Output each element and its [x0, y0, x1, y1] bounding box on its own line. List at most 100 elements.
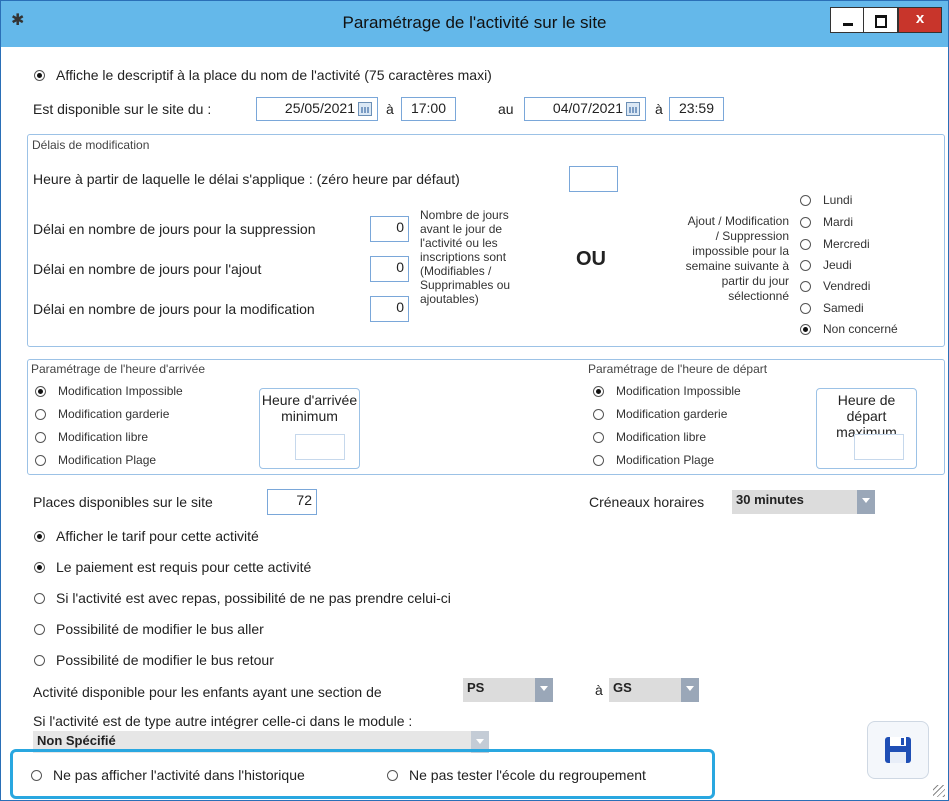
arrivee-option-label: Modification Impossible [58, 384, 183, 398]
day-radio-vendredi[interactable] [800, 281, 811, 292]
modification-field[interactable]: 0 [370, 296, 409, 322]
arrivee-option-label: Modification garderie [58, 407, 170, 421]
arrivee-radio-1[interactable] [35, 409, 46, 420]
section-from-value: PS [467, 680, 485, 695]
ajout-field[interactable]: 0 [370, 256, 409, 282]
right-note-line: partir du jour [721, 274, 789, 288]
arrivee-radio-0[interactable] [35, 386, 46, 397]
right-note-line: impossible pour la [692, 244, 789, 258]
title-bar[interactable]: ✱ Paramétrage de l'activité sur le site … [1, 1, 948, 47]
start-time-field[interactable]: 17:00 [401, 97, 456, 121]
option-radio-bus-aller[interactable] [34, 624, 45, 635]
day-radio-jeudi[interactable] [800, 260, 811, 271]
note-line: l'activité ou les [420, 236, 498, 250]
option-radio-tarif[interactable] [34, 531, 45, 542]
day-radio-lundi[interactable] [800, 195, 811, 206]
au-label: au [498, 101, 514, 117]
start-date-value: 25/05/2021 [284, 100, 355, 116]
creneaux-label: Créneaux horaires [589, 494, 705, 510]
day-radio-mardi[interactable] [800, 217, 811, 228]
maximize-button[interactable] [864, 7, 898, 33]
arrivee-radio-2[interactable] [35, 432, 46, 443]
option-label: Possibilité de modifier le bus aller [56, 621, 264, 637]
show-descriptif-radio[interactable] [34, 70, 45, 81]
suppression-label: Délai en nombre de jours pour la suppres… [33, 221, 316, 237]
places-field[interactable]: 72 [267, 489, 317, 515]
day-label-mardi: Mardi [823, 215, 854, 229]
day-radio-non-concerne[interactable] [800, 324, 811, 335]
start-a-label: à [386, 101, 394, 117]
modification-label: Délai en nombre de jours pour la modific… [33, 301, 315, 317]
end-a-label: à [655, 101, 663, 117]
day-label-jeudi: Jeudi [823, 258, 852, 272]
settings-window: ✱ Paramétrage de l'activité sur le site … [0, 0, 949, 801]
minimize-button[interactable] [830, 7, 864, 33]
highlight-frame [10, 749, 715, 799]
depart-radio-2[interactable] [593, 432, 604, 443]
section-from-select[interactable]: PS [463, 678, 553, 702]
close-button[interactable]: x [898, 7, 942, 33]
arrivee-box-line2: minimum [281, 408, 338, 424]
option-radio-repas[interactable] [34, 593, 45, 604]
arrivee-option-label: Modification Plage [58, 453, 157, 467]
window-title: Paramétrage de l'activité sur le site [342, 13, 607, 32]
day-label-vendredi: Vendredi [823, 279, 871, 293]
day-radio-samedi[interactable] [800, 303, 811, 314]
note-line: avant le jour de [420, 222, 503, 236]
right-note-line: Ajout / Modification [687, 214, 789, 228]
creneaux-select[interactable]: 30 minutes [732, 490, 875, 514]
note-line: (Modifiables / [420, 264, 492, 278]
ou-label: OU [576, 248, 606, 270]
depart-option-label: Modification libre [616, 430, 707, 444]
day-radio-mercredi[interactable] [800, 239, 811, 250]
suppression-field[interactable]: 0 [370, 216, 409, 242]
right-note: Ajout / Modification / Suppression impos… [649, 214, 789, 304]
right-note-line: semaine suivante à [685, 259, 789, 273]
end-time-field[interactable]: 23:59 [669, 97, 724, 121]
depart-max-field[interactable] [854, 434, 904, 460]
creneaux-value: 30 minutes [736, 492, 804, 507]
day-label-mercredi: Mercredi [823, 237, 870, 251]
option-label: Afficher le tarif pour cette activité [56, 528, 259, 544]
note-line: ajoutables) [420, 292, 479, 306]
module-label: Si l'activité est de type autre intégrer… [33, 713, 413, 729]
end-date-value: 04/07/2021 [552, 100, 623, 116]
places-label: Places disponibles sur le site [33, 494, 213, 510]
note-line: Nombre de jours [420, 208, 509, 222]
show-descriptif-label: Affiche le descriptif à la place du nom … [56, 67, 492, 83]
depart-title: Paramétrage de l'heure de départ [588, 362, 768, 376]
right-note-line: sélectionné [728, 289, 789, 303]
delai-hour-label: Heure à partir de laquelle le délai s'ap… [33, 171, 460, 187]
arrivee-option-label: Modification libre [58, 430, 149, 444]
delais-title: Délais de modification [32, 138, 150, 152]
option-label: Si l'activité est avec repas, possibilit… [56, 590, 451, 606]
note-line: Supprimables ou [420, 278, 511, 292]
day-label-non-concerne: Non concerné [823, 322, 898, 336]
arrivee-min-field[interactable] [295, 434, 345, 460]
section-to-select[interactable]: GS [609, 678, 699, 702]
module-value: Non Spécifié [37, 733, 116, 748]
arrivee-radio-3[interactable] [35, 455, 46, 466]
depart-radio-0[interactable] [593, 386, 604, 397]
option-label: Le paiement est requis pour cette activi… [56, 559, 312, 575]
arrivee-box-line1: Heure d'arrivée [261, 392, 358, 408]
day-label-lundi: Lundi [823, 193, 853, 207]
depart-radio-1[interactable] [593, 409, 604, 420]
end-calendar-icon[interactable] [626, 102, 640, 116]
chevron-down-icon [857, 490, 875, 514]
start-calendar-icon[interactable] [358, 102, 372, 116]
option-radio-bus-retour[interactable] [34, 655, 45, 666]
section-to-value: GS [613, 680, 632, 695]
option-label: Possibilité de modifier le bus retour [56, 652, 274, 668]
depart-radio-3[interactable] [593, 455, 604, 466]
save-button[interactable] [867, 721, 929, 779]
section-a-label: à [595, 682, 603, 698]
resize-grip[interactable] [933, 785, 945, 797]
depart-option-label: Modification garderie [616, 407, 728, 421]
day-label-samedi: Samedi [823, 301, 864, 315]
option-radio-paiement[interactable] [34, 562, 45, 573]
chevron-down-icon [535, 678, 553, 702]
delai-hour-field[interactable] [569, 166, 618, 192]
ajout-label: Délai en nombre de jours pour l'ajout [33, 261, 262, 277]
available-label: Est disponible sur le site du : [33, 101, 212, 117]
